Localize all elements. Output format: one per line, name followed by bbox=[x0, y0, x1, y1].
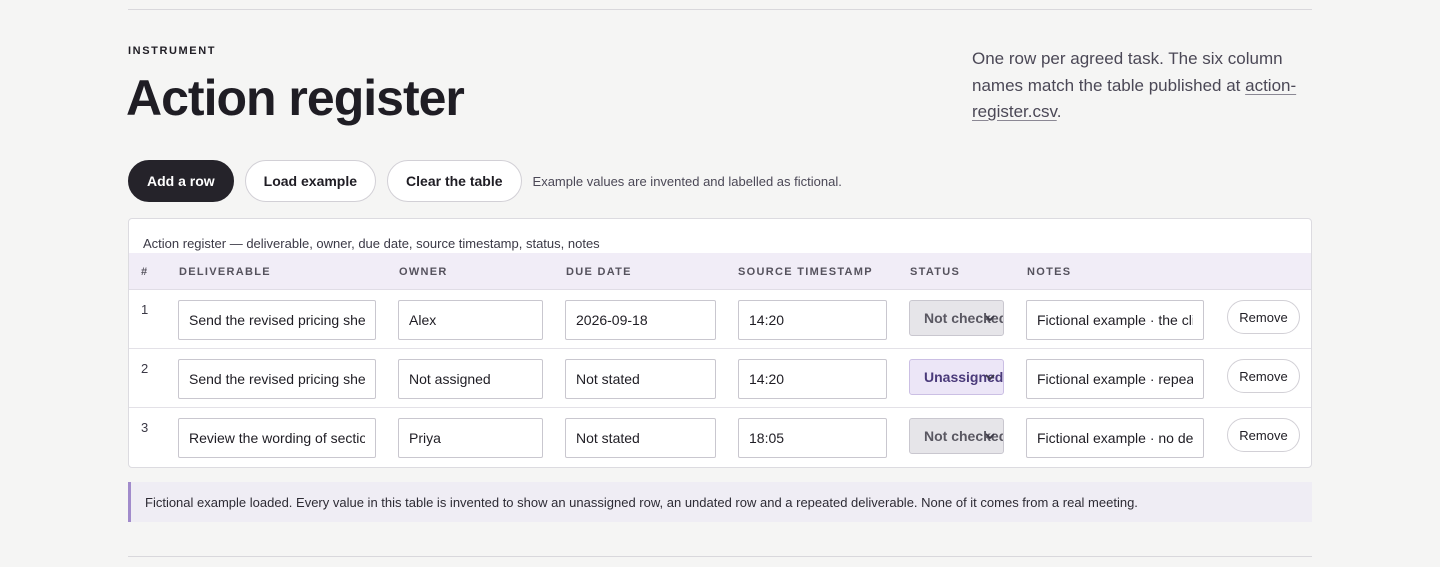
column-header-owner: OWNER bbox=[399, 266, 448, 278]
intro-body: One row per agreed task. The six column … bbox=[972, 49, 1283, 95]
top-divider bbox=[128, 9, 1312, 10]
load-example-button[interactable]: Load example bbox=[244, 160, 377, 202]
intro-text: One row per agreed task. The six column … bbox=[972, 46, 1312, 126]
column-header-source-timestamp: SOURCE TIMESTAMP bbox=[738, 266, 873, 278]
column-header-status: STATUS bbox=[910, 266, 961, 278]
chevron-down-icon bbox=[985, 315, 995, 322]
timestamp-input[interactable] bbox=[738, 418, 887, 458]
page: INSTRUMENT Action register One row per a… bbox=[0, 0, 1440, 567]
column-header-notes: NOTES bbox=[1027, 266, 1072, 278]
section-kicker: INSTRUMENT bbox=[128, 45, 217, 57]
toolbar: Add a row Load example Clear the table E… bbox=[128, 160, 842, 202]
timestamp-input[interactable] bbox=[738, 300, 887, 340]
row-number: 1 bbox=[141, 302, 149, 317]
deliverable-input[interactable] bbox=[178, 300, 376, 340]
notes-input[interactable] bbox=[1026, 300, 1204, 340]
table-row: 1 Not checked Remove bbox=[129, 290, 1311, 349]
remove-row-button[interactable]: Remove bbox=[1227, 418, 1300, 452]
owner-input[interactable] bbox=[398, 359, 543, 399]
column-header-number: # bbox=[141, 266, 149, 278]
chevron-down-icon bbox=[985, 374, 995, 381]
page-title: Action register bbox=[126, 70, 465, 126]
row-number: 2 bbox=[141, 361, 149, 376]
due-date-input[interactable] bbox=[565, 300, 716, 340]
table-row: 3 Not checked Remove bbox=[129, 408, 1311, 467]
due-date-input[interactable] bbox=[565, 359, 716, 399]
clear-table-button[interactable]: Clear the table bbox=[387, 160, 522, 202]
owner-input[interactable] bbox=[398, 300, 543, 340]
column-header-deliverable: DELIVERABLE bbox=[179, 266, 271, 278]
toolbar-note: Example values are invented and labelled… bbox=[532, 173, 842, 189]
bottom-divider bbox=[128, 556, 1312, 557]
chevron-down-icon bbox=[985, 433, 995, 440]
intro-end: . bbox=[1056, 102, 1062, 121]
owner-input[interactable] bbox=[398, 418, 543, 458]
notes-input[interactable] bbox=[1026, 359, 1204, 399]
deliverable-input[interactable] bbox=[178, 418, 376, 458]
timestamp-input[interactable] bbox=[738, 359, 887, 399]
status-select[interactable]: Not checked bbox=[909, 300, 1004, 336]
deliverable-input[interactable] bbox=[178, 359, 376, 399]
status-select[interactable]: Unassigned bbox=[909, 359, 1004, 395]
table-caption: Action register — deliverable, owner, du… bbox=[143, 236, 600, 251]
remove-row-button[interactable]: Remove bbox=[1227, 359, 1300, 393]
status-notice: Fictional example loaded. Every value in… bbox=[128, 482, 1312, 522]
row-number: 3 bbox=[141, 420, 149, 435]
remove-row-button[interactable]: Remove bbox=[1227, 300, 1300, 334]
column-header-due-date: DUE DATE bbox=[566, 266, 632, 278]
status-select[interactable]: Not checked bbox=[909, 418, 1004, 454]
due-date-input[interactable] bbox=[565, 418, 716, 458]
table-row: 2 Unassigned Remove bbox=[129, 349, 1311, 408]
notes-input[interactable] bbox=[1026, 418, 1204, 458]
add-row-button[interactable]: Add a row bbox=[128, 160, 234, 202]
table-header: # DELIVERABLE OWNER DUE DATE SOURCE TIME… bbox=[129, 253, 1311, 290]
action-register-table: Action register — deliverable, owner, du… bbox=[128, 218, 1312, 468]
table-body: 1 Not checked Remove 2 Unassig bbox=[129, 290, 1311, 467]
